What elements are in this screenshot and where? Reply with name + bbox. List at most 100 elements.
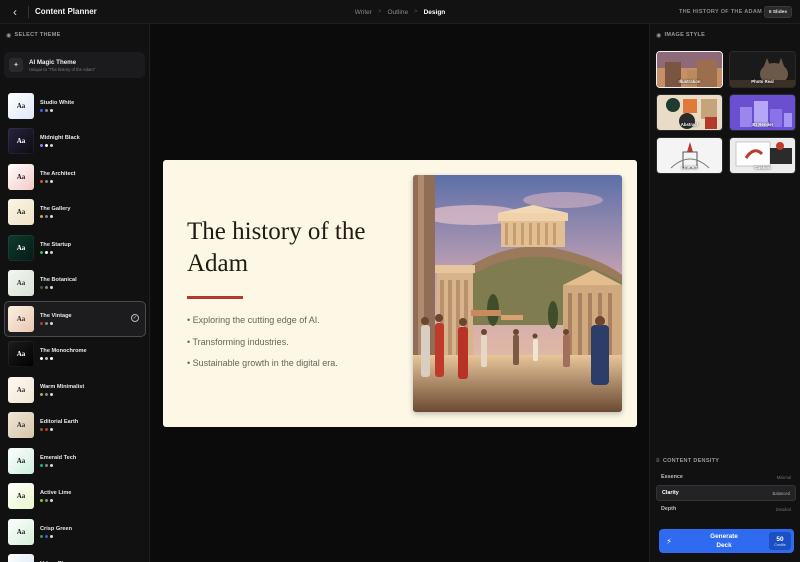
theme-item[interactable]: Aa Emerald Tech xyxy=(4,443,146,479)
style-3d-render[interactable]: 3D Render xyxy=(729,94,796,131)
style-photo-real[interactable]: Photo Real xyxy=(729,51,796,88)
slide-preview[interactable]: The history of the Adam • Exploring the … xyxy=(163,160,637,427)
theme-color-dots xyxy=(40,179,76,183)
theme-item[interactable]: Aa Studio White xyxy=(4,88,146,124)
color-dot xyxy=(44,534,48,538)
theme-color-dots xyxy=(40,428,78,432)
theme-item[interactable]: Aa The Startup xyxy=(4,230,146,266)
theme-color-dots xyxy=(40,463,76,467)
theme-name: Crisp Green xyxy=(40,525,73,532)
theme-thumbnail: Aa xyxy=(8,199,34,226)
theme-name: The Startup xyxy=(40,241,72,248)
color-dot xyxy=(49,499,53,503)
ai-magic-theme-subtitle: Unique to "The history of the Adam" xyxy=(29,66,96,72)
theme-thumbnail: Aa xyxy=(8,305,34,332)
theme-item[interactable]: Aa Warm Minimalist xyxy=(4,372,146,408)
density-name: Clarity xyxy=(662,490,679,496)
style-illustration[interactable]: Illustration xyxy=(656,51,723,88)
color-dot xyxy=(40,144,44,148)
theme-info: The Gallery xyxy=(40,206,70,219)
theme-name: The Architect xyxy=(40,170,76,177)
credits-label: Credits xyxy=(774,542,786,547)
generate-label: Generate xyxy=(710,533,738,540)
magic-wand-icon: ✦ xyxy=(9,58,23,72)
color-dot xyxy=(49,215,53,219)
theme-name: Editorial Earth xyxy=(40,419,79,426)
divider xyxy=(28,5,29,18)
theme-item[interactable]: Aa The Monochrome xyxy=(4,337,146,373)
density-value: Detailed xyxy=(775,506,791,512)
slide-image-acropolis xyxy=(413,175,622,412)
credits-count: 50 xyxy=(776,535,784,543)
color-dot xyxy=(40,357,44,361)
theme-info: The Startup xyxy=(40,242,71,254)
theme-color-dots xyxy=(40,215,70,219)
theme-item[interactable]: Aa The Gallery xyxy=(4,195,146,231)
style-label: Illustration xyxy=(678,79,701,84)
style-line-art[interactable]: Line Art xyxy=(656,137,723,174)
color-dot xyxy=(49,250,53,254)
step-outline[interactable]: Outline xyxy=(387,9,408,16)
theme-list: Aa Studio White Aa Midnight Black Aa The Arch… xyxy=(0,88,150,562)
color-dot xyxy=(40,392,44,396)
palette-icon: ◉ xyxy=(6,32,12,39)
color-dot xyxy=(44,215,48,219)
image-style-title: IMAGE STYLE xyxy=(664,32,706,38)
style-abstract[interactable]: Abstract xyxy=(656,94,723,131)
density-name: Depth xyxy=(661,506,677,512)
color-dot xyxy=(49,428,53,432)
select-theme-header: ◉ SELECT THEME xyxy=(0,24,149,46)
theme-item[interactable]: Aa The Architect xyxy=(4,159,146,195)
color-dot xyxy=(44,286,48,290)
theme-thumbnail: Aa xyxy=(8,376,34,403)
color-dot xyxy=(40,286,44,290)
select-theme-title: SELECT THEME xyxy=(14,32,61,38)
ai-magic-theme-card[interactable]: ✦ AI Magic Theme Unique to "The history … xyxy=(4,52,145,78)
color-dot xyxy=(40,179,44,183)
step-design[interactable]: Design xyxy=(424,9,446,16)
theme-info: The Botanical xyxy=(40,277,77,290)
back-arrow-icon[interactable]: ‹ xyxy=(6,3,24,21)
image-style-header: ◉ IMAGE STYLE xyxy=(650,24,800,46)
theme-item[interactable]: Aa The Vintage ✓ xyxy=(4,301,146,337)
theme-item[interactable]: AaUrban Blue xyxy=(4,550,146,562)
color-dot xyxy=(44,250,48,254)
slides-count-badge[interactable]: 5 Slides xyxy=(763,6,792,18)
theme-item[interactable]: Aa The Botanical xyxy=(4,266,146,302)
theme-thumbnail: Aa xyxy=(8,412,34,439)
theme-info: The Monochrome xyxy=(40,348,87,361)
theme-item[interactable]: Aa Active Lime xyxy=(4,479,146,515)
slide-accent-rule xyxy=(187,296,243,299)
theme-thumbnail: Aa xyxy=(8,163,34,190)
slide-title: The history of the Adam xyxy=(187,218,366,277)
style-label: 3D Render xyxy=(751,122,774,127)
theme-item[interactable]: Aa Midnight Black xyxy=(4,124,146,160)
theme-item[interactable]: Aa Editorial Earth xyxy=(4,408,146,444)
color-dot xyxy=(49,321,53,325)
theme-thumbnail: Aa xyxy=(8,234,34,261)
density-clarity[interactable]: Clarity Balanced xyxy=(656,485,796,501)
theme-name: Warm Minimalist xyxy=(40,383,85,390)
step-writer[interactable]: Writer xyxy=(355,9,372,16)
color-dot xyxy=(49,144,53,148)
color-dot xyxy=(44,108,48,112)
generate-deck-button[interactable]: ⚡ Generate Deck 50 Credits xyxy=(659,529,794,553)
color-dot xyxy=(44,392,48,396)
image-style-grid: Illustration Photo Real Abstract 3D Rend… xyxy=(656,51,797,174)
style-custom[interactable]: Custom xyxy=(729,137,796,174)
theme-color-dots xyxy=(40,108,74,112)
density-essence[interactable]: Essence Minimal xyxy=(656,469,796,485)
theme-name: The Monochrome xyxy=(40,348,87,355)
lightning-icon: ⚡ xyxy=(666,536,672,546)
theme-item[interactable]: Aa Crisp Green xyxy=(4,514,146,550)
density-depth[interactable]: Depth Detailed xyxy=(656,501,796,517)
theme-color-dots xyxy=(40,392,84,396)
content-density-title: CONTENT DENSITY xyxy=(662,458,720,464)
color-dot xyxy=(49,463,53,467)
style-panel: ◉ IMAGE STYLE Illustration Photo Real Ab… xyxy=(649,24,800,562)
bullet-item: • Sustainable growth in the digital era. xyxy=(187,358,338,368)
theme-name: The Botanical xyxy=(40,277,77,284)
theme-info: Crisp Green xyxy=(40,526,72,538)
color-dot xyxy=(40,108,44,112)
color-dot xyxy=(40,321,44,325)
